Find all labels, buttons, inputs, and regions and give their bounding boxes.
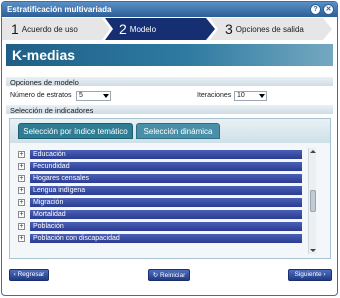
method-banner: K-medias <box>6 44 333 66</box>
scroll-up-icon[interactable] <box>309 148 316 155</box>
tree-item-educacion[interactable]: + Educación <box>18 150 308 159</box>
tree-item-label[interactable]: Fecundidad <box>30 162 302 171</box>
section-title: Opciones de modelo <box>10 78 79 87</box>
tree-item-label[interactable]: Hogares censales <box>30 174 302 183</box>
step-acuerdo-de-uso[interactable]: 1 Acuerdo de uso <box>2 18 110 40</box>
window-controls: ? ✕ <box>310 4 334 15</box>
tree-item-lengua-indigena[interactable]: + Lengua indígena <box>18 186 308 195</box>
tree-item-poblacion[interactable]: + Población <box>18 222 308 231</box>
step-label: Acuerdo de uso <box>21 24 78 34</box>
chevron-down-icon <box>103 94 109 98</box>
expand-icon[interactable]: + <box>18 223 25 230</box>
window-title: Estratificación multivariada <box>7 5 112 14</box>
tree-item-label[interactable]: Educación <box>30 150 302 159</box>
tree-item-poblacion-con-discapacidad[interactable]: + Población con discapacidad <box>18 234 308 243</box>
dialog-window: Estratificación multivariada ? ✕ 1 Acuer… <box>1 1 338 296</box>
tree-item-label[interactable]: Población <box>30 222 302 231</box>
step-number: 3 <box>225 21 233 37</box>
tab-seleccion-dinamica[interactable]: Selección dinámica <box>136 123 220 139</box>
wizard-steps: 1 Acuerdo de uso 3 Opciones de salida 2 … <box>2 18 337 40</box>
method-title: K-medias <box>12 47 76 63</box>
step-label: Modelo <box>129 24 157 34</box>
help-icon[interactable]: ? <box>310 4 321 15</box>
tree-item-mortalidad[interactable]: + Mortalidad <box>18 210 308 219</box>
indicator-tree: + Educación + Fecundidad + Hogares censa… <box>18 148 308 254</box>
expand-icon[interactable]: + <box>18 187 25 194</box>
expand-icon[interactable]: + <box>18 211 25 218</box>
iterations-label: Iteraciones <box>197 92 232 99</box>
expand-icon[interactable]: + <box>18 175 25 182</box>
step-number: 2 <box>119 21 127 37</box>
tree-item-hogares-censales[interactable]: + Hogares censales <box>18 174 308 183</box>
section-title: Selección de indicadores <box>10 106 94 115</box>
step-number: 1 <box>11 21 19 37</box>
wizard-footer: ‹ Regresar ↻ Reiniciar Siguiente › <box>2 264 337 295</box>
tree-scrollbar[interactable] <box>308 148 316 254</box>
reset-button[interactable]: ↻ Reiniciar <box>148 269 190 281</box>
tree-item-label[interactable]: Migración <box>30 198 302 207</box>
step-modelo-active[interactable]: 2 Modelo <box>105 18 215 40</box>
scroll-thumb[interactable] <box>310 190 316 212</box>
scroll-down-icon[interactable] <box>309 247 316 254</box>
next-button[interactable]: Siguiente › <box>288 269 332 281</box>
tab-bar: Selección por índice temático Selección … <box>10 119 330 143</box>
indicators-header: Selección de indicadores <box>6 105 333 115</box>
close-icon[interactable]: ✕ <box>323 4 334 15</box>
strata-select[interactable]: 5 <box>76 91 111 101</box>
tree-item-label[interactable]: Mortalidad <box>30 210 302 219</box>
tree-item-label[interactable]: Población con discapacidad <box>30 234 302 243</box>
expand-icon[interactable]: + <box>18 151 25 158</box>
model-options-header: Opciones de modelo <box>6 77 333 87</box>
title-bar: Estratificación multivariada ? ✕ <box>2 2 337 17</box>
step-label: Opciones de salida <box>235 24 304 34</box>
tree-item-migracion[interactable]: + Migración <box>18 198 308 207</box>
step-opciones-de-salida[interactable]: 3 Opciones de salida <box>210 18 332 40</box>
iterations-select[interactable]: 10 <box>234 91 267 101</box>
tree-item-label[interactable]: Lengua indígena <box>30 186 302 195</box>
strata-value: 5 <box>79 92 83 99</box>
expand-icon[interactable]: + <box>18 163 25 170</box>
back-button[interactable]: ‹ Regresar <box>9 269 49 281</box>
chevron-down-icon <box>259 94 265 98</box>
expand-icon[interactable]: + <box>18 235 25 242</box>
model-options-row: Número de estratos 5 Iteraciones 10 <box>10 91 330 102</box>
tab-seleccion-por-indice[interactable]: Selección por índice temático <box>18 123 133 139</box>
tree-item-fecundidad[interactable]: + Fecundidad <box>18 162 308 171</box>
expand-icon[interactable]: + <box>18 199 25 206</box>
iterations-value: 10 <box>237 92 245 99</box>
strata-label: Número de estratos <box>10 92 72 99</box>
